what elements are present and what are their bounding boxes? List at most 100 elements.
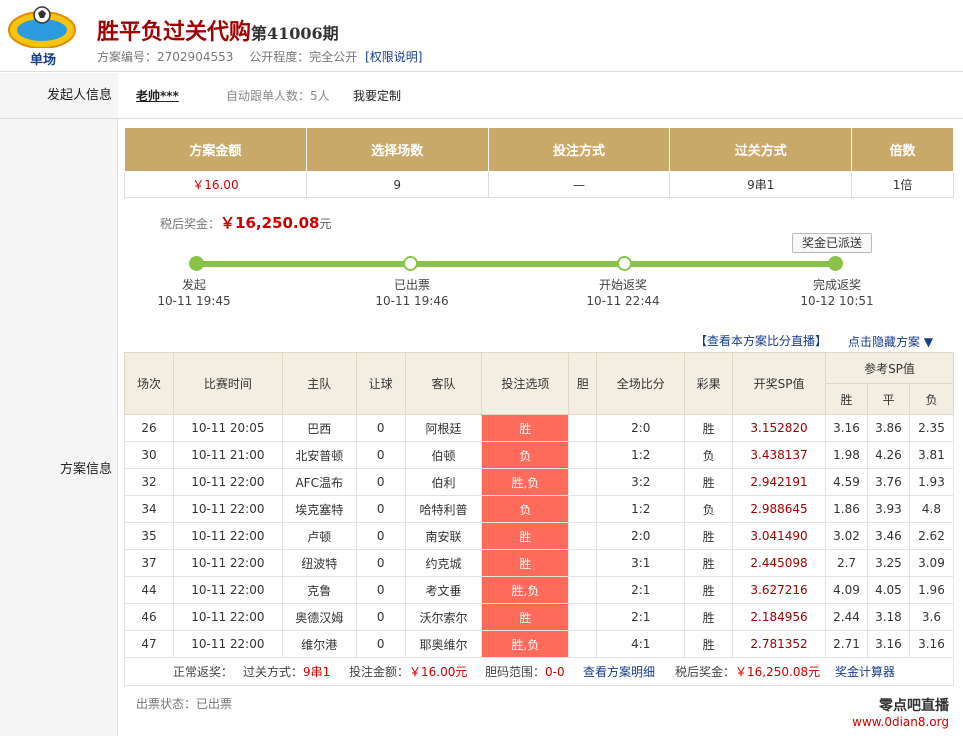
ref-sp-draw: 3.86 [866, 414, 910, 442]
match-no: 47 [124, 630, 174, 658]
range-value: 0-0 [545, 665, 565, 679]
banker [568, 549, 598, 577]
left-column [0, 73, 118, 736]
result: 胜 [684, 630, 734, 658]
step-start: 发起 10-11 19:45 [134, 277, 254, 309]
hide-scheme-link[interactable]: 点击隐藏方案 ▼ [848, 333, 933, 350]
match-no: 44 [124, 576, 174, 604]
bet-value: ￥16.00元 [409, 665, 468, 679]
prize-calculator-link[interactable]: 奖金计算器 [835, 658, 895, 686]
summary-header: 过关方式 [669, 127, 853, 172]
home-team: 维尔港 [281, 630, 357, 658]
draw-sp: 2.445098 [732, 549, 826, 577]
title-text: 胜平负过关代购 [97, 19, 252, 45]
handicap: 0 [355, 549, 406, 577]
match-no: 35 [124, 522, 174, 550]
home-team: 奥德汉姆 [281, 603, 357, 631]
ref-sp-lose: 2.62 [908, 522, 955, 550]
bet-option: 胜,负 [481, 576, 570, 604]
scheme-subinfo: 方案编号：2702904553 公开程度：完全公开 [权限说明] [97, 48, 434, 65]
step-label: 已出票 [393, 278, 430, 292]
scheme-no-value: 2702904553 [157, 50, 234, 64]
scheme-amount: ￥16.00 [124, 171, 307, 198]
match-no: 26 [124, 414, 174, 442]
permission-link[interactable]: [权限说明] [365, 50, 422, 64]
ref-sp-draw: 3.16 [866, 630, 910, 658]
public-level: 公开程度：完全公开 [249, 50, 357, 64]
handicap: 0 [355, 441, 406, 469]
match-time: 10-11 22:00 [172, 549, 283, 577]
scheme-no: 方案编号：2702904553 [97, 50, 233, 64]
pass-label: 过关方式： [243, 665, 304, 679]
match-time: 10-11 22:00 [172, 576, 283, 604]
public-label: 公开程度： [249, 50, 310, 64]
banker [568, 576, 598, 604]
bet-option: 胜 [481, 603, 570, 631]
away-team: 考文垂 [404, 576, 483, 604]
away-team: 哈特利普 [404, 495, 483, 523]
match-header-row: 场次 比赛时间 主队 让球 客队 投注选项 胆 全场比分 彩果 开奖SP值 参考… [124, 352, 954, 415]
bet-option: 胜 [481, 549, 570, 577]
ref-sp-lose: 3.09 [908, 549, 955, 577]
handicap: 0 [355, 630, 406, 658]
draw-sp: 3.152820 [732, 414, 826, 442]
result: 胜 [684, 522, 734, 550]
watermark-title: 零点吧直播 [879, 698, 949, 714]
full-score: 1:2 [596, 495, 686, 523]
home-team: 卢顿 [281, 522, 357, 550]
pass-method: 9串1 [669, 171, 853, 198]
progress-dot-ticket [403, 256, 418, 271]
scheme-summary-table: 方案金额 选择场数 投注方式 过关方式 倍数 ￥16.00 9 — 9串1 1倍 [124, 127, 954, 198]
ref-sp-lose: 2.35 [908, 414, 955, 442]
summary-header: 方案金额 [124, 127, 307, 172]
full-score: 4:1 [596, 630, 686, 658]
progress-track [197, 261, 835, 267]
summary-header: 投注方式 [487, 127, 671, 172]
footer-bet: 投注金额：￥16.00元 [349, 658, 467, 686]
scheme-detail-link[interactable]: 查看方案明细 [583, 658, 655, 686]
full-score: 1:2 [596, 441, 686, 469]
ref-sp-win: 3.16 [825, 414, 868, 442]
range-label: 胆码范围： [485, 665, 546, 679]
initiator-name-link[interactable]: 老帅*** [136, 73, 179, 119]
match-time: 10-11 20:05 [172, 414, 283, 442]
custom-order-link[interactable]: 我要定制 [353, 73, 401, 119]
ref-sp-lose: 4.8 [908, 495, 955, 523]
ref-sp-lose: 3.81 [908, 441, 955, 469]
banker [568, 603, 598, 631]
summary-header: 倍数 [851, 127, 954, 172]
ref-sp-lose: 1.93 [908, 468, 955, 496]
banker [568, 630, 598, 658]
bet-option: 负 [481, 441, 570, 469]
handicap: 0 [355, 414, 406, 442]
table-row: 30 10-11 21:00 北安普顿 0 伯顿负 1:2 负 3.438137 1.98 4.2… [124, 441, 955, 469]
home-team: 埃克塞特 [281, 495, 357, 523]
home-team: 北安普顿 [281, 441, 357, 469]
ref-sp-draw: 4.26 [866, 441, 910, 469]
live-score-link[interactable]: 【查看本方案比分直播】 [695, 332, 827, 349]
home-team: AFC温布 [281, 468, 357, 496]
handicap: 0 [355, 495, 406, 523]
col-header: 全场比分 [596, 352, 686, 415]
prize-amount: ￥16,250.08 [220, 214, 320, 232]
bet-option: 胜,负 [481, 468, 570, 496]
ref-sp-lose: 1.96 [908, 576, 955, 604]
sp-sub-header: 平 [866, 383, 910, 415]
ref-sp-win: 2.44 [825, 603, 868, 631]
table-row: 35 10-11 22:00 卢顿 0 南安联胜 2:0 胜 3.041490 3.02 3.46… [124, 522, 955, 550]
progress-dot-start [189, 256, 204, 271]
ref-sp-win: 4.59 [825, 468, 868, 496]
table-row: 37 10-11 22:00 纽波特 0 约克城胜 3:1 胜 2.445098 2.7 3.25… [124, 549, 955, 577]
scheme-no-label: 方案编号： [97, 50, 158, 64]
result: 负 [684, 441, 734, 469]
draw-sp: 2.781352 [732, 630, 826, 658]
summary-value-row: ￥16.00 9 — 9串1 1倍 [124, 171, 954, 198]
ref-sp-lose: 3.6 [908, 603, 955, 631]
away-team: 沃尔索尔 [404, 603, 483, 631]
ref-sp-win: 4.09 [825, 576, 868, 604]
step-label: 开始返奖 [598, 278, 647, 292]
handicap: 0 [355, 468, 406, 496]
ref-sp-draw: 3.25 [866, 549, 910, 577]
away-team: 伯顿 [404, 441, 483, 469]
ref-sp-draw: 3.93 [866, 495, 910, 523]
